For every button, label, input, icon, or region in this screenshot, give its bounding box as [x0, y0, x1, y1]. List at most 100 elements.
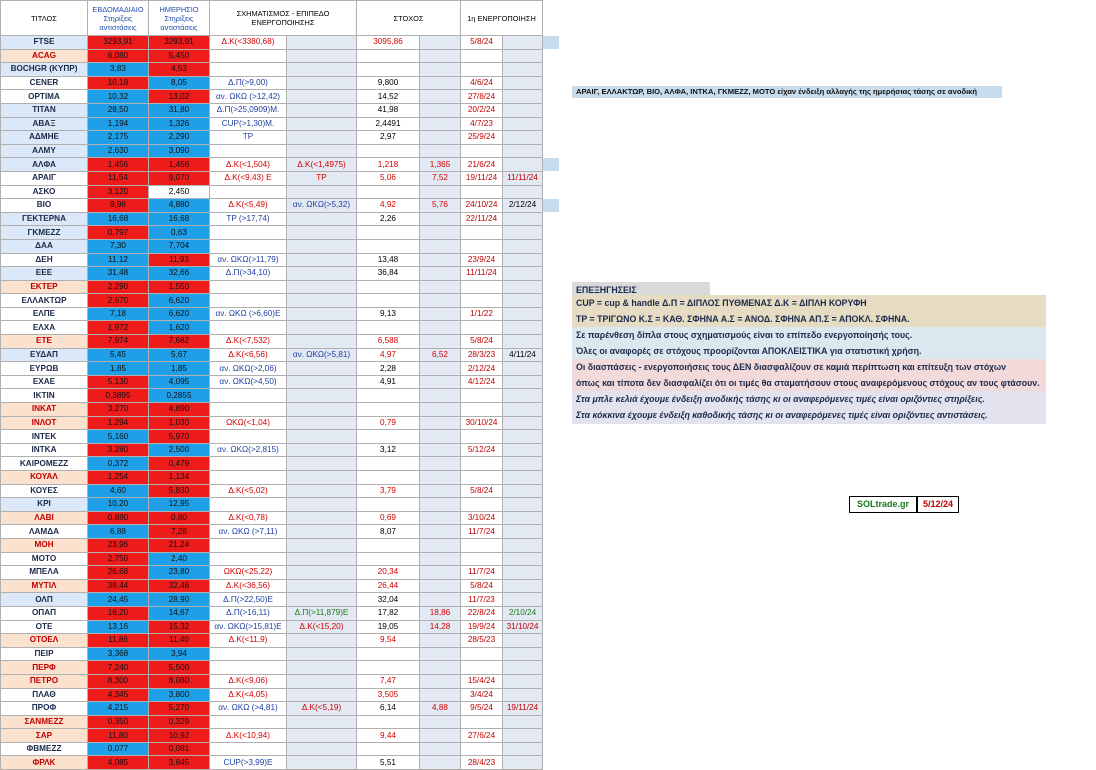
activation-date-secondary-cell: 19/11/24	[502, 701, 543, 716]
table-row: ΑΔΜΗΕ 2,175 2,290 TP 2,97 25/9/24	[0, 130, 560, 145]
formation-secondary-cell	[286, 673, 357, 689]
target-secondary-cell	[419, 429, 461, 444]
activation-date-secondary-cell	[502, 75, 543, 91]
row-spacer	[542, 552, 560, 566]
table-body: FTSE 3293,91 3293,91 Δ.Κ(<3380,68) 3095,86 5/…	[0, 35, 560, 770]
target-secondary-cell	[419, 130, 461, 145]
target-secondary-cell: 1,365	[419, 157, 461, 172]
target-cell: 0,69	[356, 510, 420, 526]
brand-date: 5/12/24	[917, 496, 959, 513]
target-secondary-cell	[419, 211, 461, 227]
stock-name-cell: ΕΛΧΑ	[0, 320, 88, 336]
table-row: ΕΥΔΑΠ 5,45 5,67 Δ.Κ(<6,56) αν. ΩΚΩ(>5,81) 4,9…	[0, 347, 560, 363]
activation-date-secondary-cell	[502, 62, 543, 77]
daily-level-cell: 12,95	[148, 497, 210, 512]
stock-name-cell: ΣΑΡ	[0, 728, 88, 743]
row-spacer	[542, 103, 560, 118]
formation-cell	[209, 225, 287, 240]
row-spacer	[542, 293, 560, 308]
formation-cell: Δ.Κ(<9,43) Ε	[209, 170, 287, 186]
activation-date-secondary-cell: 31/10/24	[502, 619, 543, 635]
activation-date-secondary-cell	[502, 592, 543, 607]
weekly-level-cell: 26,68	[87, 565, 149, 580]
weekly-level-cell: 7,240	[87, 660, 149, 675]
row-spacer	[542, 728, 560, 743]
activation-date-secondary-cell	[502, 211, 543, 227]
row-spacer	[542, 185, 560, 199]
formation-cell	[209, 646, 287, 662]
formation-cell	[209, 293, 287, 308]
activation-date-cell	[460, 320, 503, 336]
activation-date-cell: 4/12/24	[460, 374, 503, 390]
stock-name-cell: ΜΟΗ	[0, 537, 88, 553]
activation-date-secondary-cell	[502, 483, 543, 499]
table-row: ΚΟΥΑΛ 1,254 1,134	[0, 470, 560, 485]
formation-cell: Δ.Π(>16,11)	[209, 605, 287, 621]
stock-name-cell: ΟΤΕ	[0, 619, 88, 635]
formation-secondary-cell	[286, 306, 357, 322]
daily-level-cell: 32,46	[148, 578, 210, 594]
activation-date-cell: 5/12/24	[460, 442, 503, 458]
weekly-level-cell: 11,54	[87, 170, 149, 186]
stock-name-cell: ΑΒΑΞ	[0, 116, 88, 132]
target-cell	[356, 429, 420, 444]
formation-secondary-cell	[286, 565, 357, 580]
weekly-level-cell: 3293,91	[87, 35, 149, 50]
weekly-level-cell: 16,68	[87, 211, 149, 227]
formation-cell	[209, 429, 287, 444]
stock-name-cell: ΓΚΜΕΖΖ	[0, 225, 88, 240]
row-spacer	[542, 647, 560, 661]
activation-date-secondary-cell	[502, 130, 543, 145]
daily-level-cell: 8,05	[148, 75, 210, 91]
activation-date-cell: 11/7/24	[460, 565, 503, 580]
daily-level-cell: 9,070	[148, 170, 210, 186]
target-secondary-cell	[419, 293, 461, 308]
target-cell: 4,92	[356, 198, 420, 213]
activation-date-secondary-cell	[502, 565, 543, 580]
weekly-level-cell: 11,12	[87, 252, 149, 268]
weekly-level-cell: 6,88	[87, 524, 149, 539]
daily-level-cell: 5,450	[148, 48, 210, 64]
formation-secondary-cell	[286, 334, 357, 349]
formation-cell	[209, 714, 287, 730]
target-cell: 3,79	[356, 483, 420, 499]
stock-name-cell: ΚΟΥΑΛ	[0, 470, 88, 485]
stock-name-cell: ΑΡΑΙΓ	[0, 170, 88, 186]
formation-cell	[209, 62, 287, 77]
formation-secondary-cell: αν. ΩΚΩ(>5,81)	[286, 347, 357, 363]
formation-secondary-cell	[286, 646, 357, 662]
target-cell: 19,05	[356, 619, 420, 635]
formation-cell: αν. ΩΚΩ (>12,42)	[209, 89, 287, 104]
activation-date-secondary-cell	[502, 374, 543, 390]
row-spacer	[542, 606, 560, 621]
row-spacer	[542, 511, 560, 525]
activation-date-secondary-cell	[502, 646, 543, 662]
target-cell	[356, 402, 420, 417]
activation-date-cell: 5/8/24	[460, 578, 503, 594]
target-secondary-cell	[419, 89, 461, 104]
stock-name-cell: ΙΝΛΟΤ	[0, 415, 88, 431]
daily-level-cell: 2,450	[148, 184, 210, 200]
daily-level-cell: 32,66	[148, 266, 210, 281]
target-cell: 17,82	[356, 605, 420, 621]
formation-secondary-cell	[286, 143, 357, 159]
activation-date-cell: 20/2/24	[460, 102, 503, 118]
row-spacer	[542, 253, 560, 267]
activation-date-cell	[460, 660, 503, 675]
daily-level-cell: 7,28	[148, 524, 210, 539]
target-secondary-cell: 5,76	[419, 198, 461, 213]
target-cell: 13,48	[356, 252, 420, 268]
activation-date-cell: 21/6/24	[460, 157, 503, 172]
formation-secondary-cell: αν. ΩΚΩ(>5,32)	[286, 198, 357, 213]
stock-name-cell: ΜΟΤΟ	[0, 551, 88, 567]
weekly-level-cell: 2,290	[87, 279, 149, 295]
target-secondary-cell	[419, 334, 461, 349]
weekly-level-cell: 0,372	[87, 456, 149, 471]
weekly-level-cell: 24,45	[87, 592, 149, 607]
activation-date-cell	[460, 238, 503, 254]
row-spacer	[542, 620, 560, 634]
stock-name-cell: ΙΝΚΑΤ	[0, 402, 88, 417]
stock-name-cell: ΠΕΤΡΟ	[0, 673, 88, 689]
row-spacer	[542, 674, 560, 688]
target-cell	[356, 660, 420, 675]
